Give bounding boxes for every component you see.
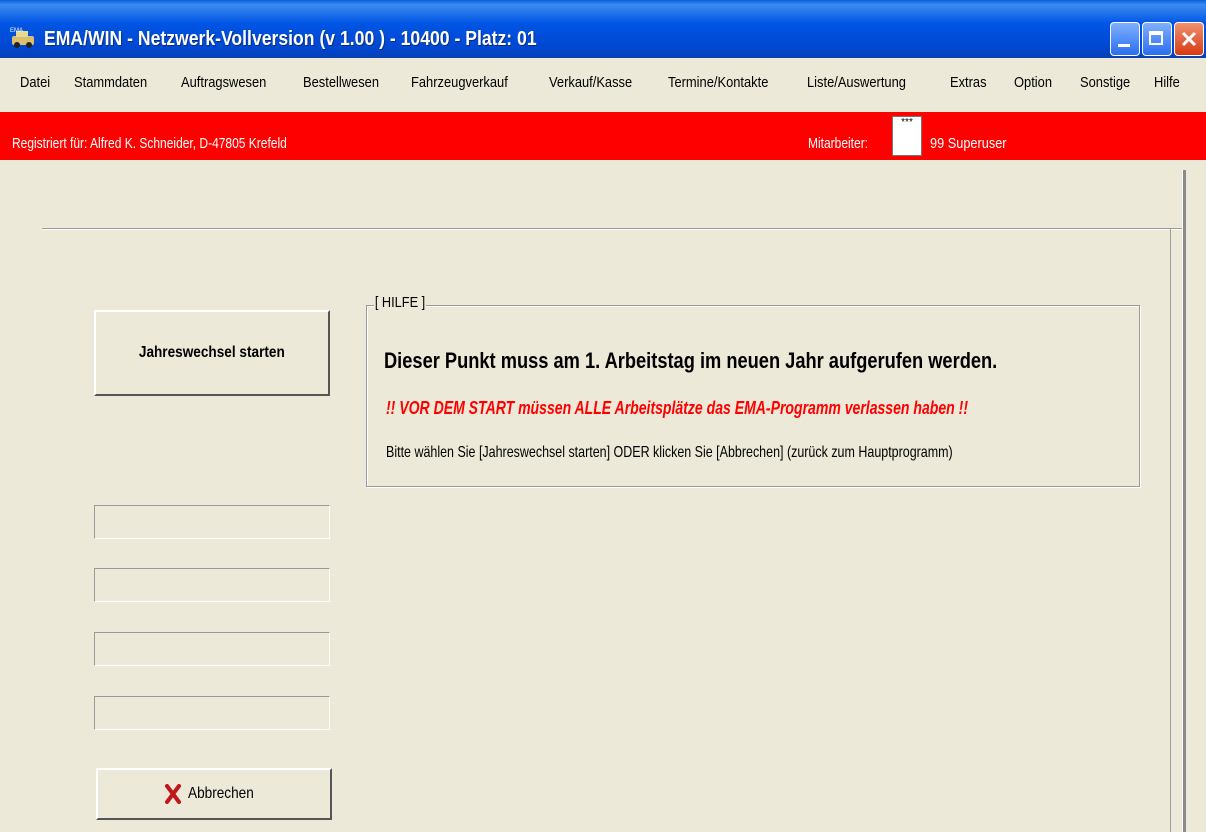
maximize-icon	[1149, 31, 1163, 45]
close-button[interactable]	[1174, 22, 1204, 56]
help-warning: !! VOR DEM START müssen ALLE Arbeitsplät…	[386, 398, 969, 418]
menu-termine-kontakte[interactable]: Termine/Kontakte	[668, 74, 768, 91]
app-logo-icon: EMA	[10, 28, 34, 48]
menu-extras[interactable]: Extras	[950, 74, 987, 91]
status-field-3	[94, 632, 330, 666]
start-year-change-label: Jahreswechsel starten	[139, 344, 285, 361]
employee-name: 99 Superuser	[930, 135, 1007, 152]
minimize-icon	[1118, 44, 1130, 47]
status-field-2	[94, 568, 330, 602]
menu-bestellwesen[interactable]: Bestellwesen	[303, 74, 379, 91]
minimize-button[interactable]	[1110, 22, 1140, 56]
close-icon	[1181, 31, 1197, 47]
panel-edge	[1170, 229, 1171, 832]
window-title: EMA/WIN - Netzwerk-Vollversion (v 1.00 )…	[44, 28, 537, 50]
menu-bar: Datei Stammdaten Auftragswesen Bestellwe…	[0, 70, 1206, 100]
registration-bar: Registriert für: Alfred K. Schneider, D-…	[0, 112, 1206, 160]
help-hint: Bitte wählen Sie [Jahreswechsel starten]…	[386, 444, 953, 461]
menu-liste-auswertung[interactable]: Liste/Auswertung	[807, 74, 906, 91]
menu-verkauf-kasse[interactable]: Verkauf/Kasse	[549, 74, 632, 91]
menu-datei[interactable]: Datei	[20, 74, 50, 91]
menu-stammdaten[interactable]: Stammdaten	[74, 74, 147, 91]
registration-text: Registriert für: Alfred K. Schneider, D-…	[12, 135, 287, 152]
employee-label: Mitarbeiter:	[808, 135, 869, 152]
menu-fahrzeugverkauf[interactable]: Fahrzeugverkauf	[411, 74, 508, 91]
menu-hilfe[interactable]: Hilfe	[1154, 74, 1180, 91]
status-field-1	[94, 505, 330, 539]
svg-text:EMA: EMA	[10, 28, 23, 34]
status-field-4	[94, 696, 330, 730]
cancel-button[interactable]: Abbrechen	[96, 768, 332, 820]
help-instruction: Dieser Punkt muss am 1. Arbeitstag im ne…	[384, 348, 998, 373]
menu-option[interactable]: Option	[1014, 74, 1052, 91]
menu-sonstige[interactable]: Sonstige	[1080, 74, 1130, 91]
divider-highlight	[42, 229, 1182, 230]
maximize-button[interactable]	[1142, 22, 1172, 56]
cancel-label: Abbrechen	[188, 785, 254, 802]
red-x-icon	[165, 784, 181, 804]
title-bar[interactable]: EMA EMA/WIN - Netzwerk-Vollversion (v 1.…	[0, 0, 1206, 58]
start-year-change-button[interactable]: Jahreswechsel starten	[94, 310, 330, 396]
menu-auftragswesen[interactable]: Auftragswesen	[181, 74, 266, 91]
help-legend: [ HILFE ]	[374, 294, 427, 311]
employee-code-field[interactable]: ***	[892, 116, 922, 156]
window-edge	[1182, 170, 1186, 832]
